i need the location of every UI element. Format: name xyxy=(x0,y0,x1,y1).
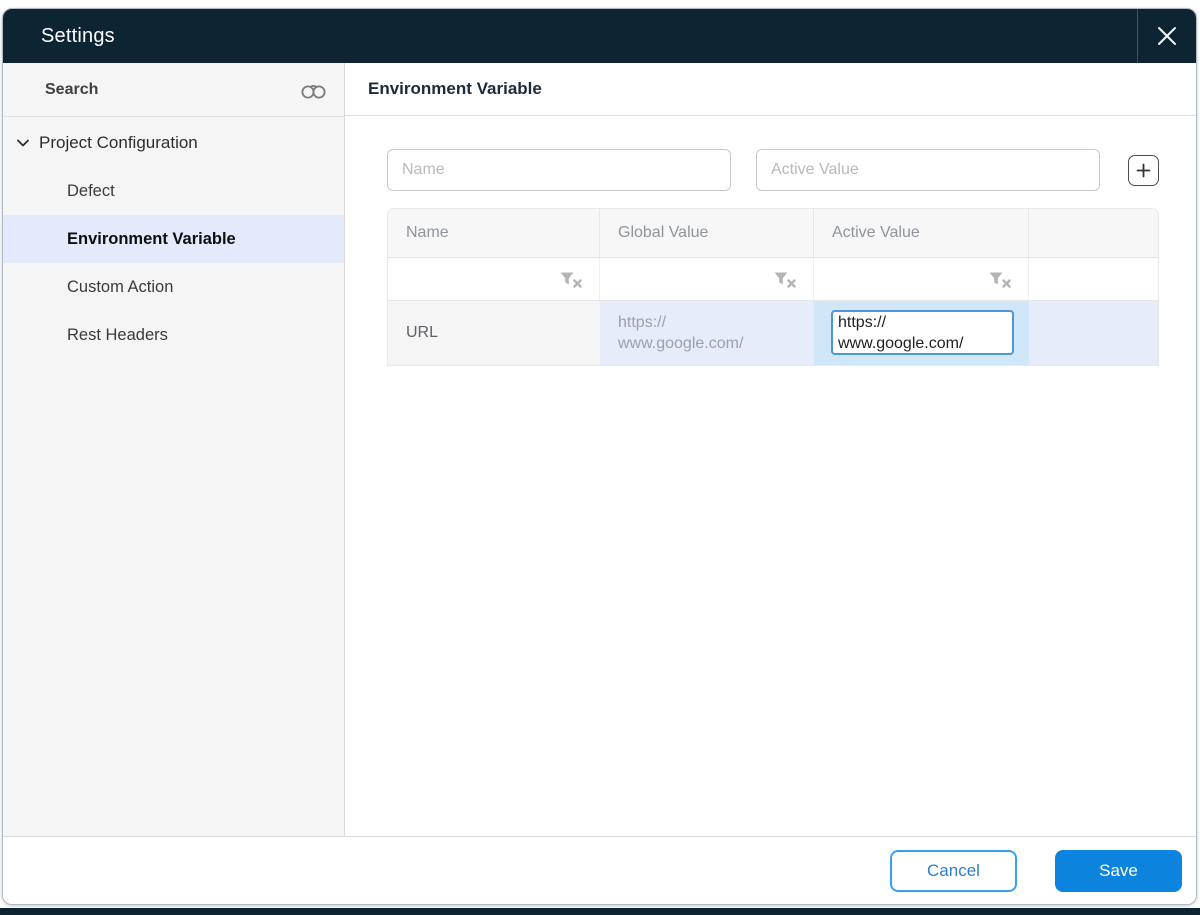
table-header-row: Name Global Value Active Value xyxy=(388,209,1158,257)
save-button[interactable]: Save xyxy=(1055,849,1182,892)
page-title: Environment Variable xyxy=(368,79,542,98)
sidebar-item-label: Environment Variable xyxy=(67,229,236,248)
filter-cell-name xyxy=(388,258,600,300)
name-input[interactable] xyxy=(387,149,731,191)
filter-clear-icon[interactable] xyxy=(773,271,797,288)
plus-icon xyxy=(1136,163,1151,178)
tree-parent-label: Project Configuration xyxy=(39,133,198,152)
new-variable-row xyxy=(387,149,1159,191)
filter-cell-active-value xyxy=(814,258,1029,300)
filter-clear-icon[interactable] xyxy=(988,271,1012,288)
global-value-text: https:// www.google.com/ xyxy=(618,314,744,352)
sidebar-item-defect[interactable]: Defect xyxy=(3,167,344,215)
table-row: URL https:// www.google.com/ https:// ww… xyxy=(388,301,1158,365)
binoculars-search-icon[interactable] xyxy=(298,79,328,101)
sidebar-item-environment-variable[interactable]: Environment Variable xyxy=(3,215,344,263)
cancel-button[interactable]: Cancel xyxy=(890,849,1017,892)
row-active-value-cell[interactable]: https:// www.google.com/ xyxy=(814,301,1029,365)
dialog-footer: Cancel Save xyxy=(3,836,1196,904)
filter-cell-actions xyxy=(1029,258,1158,300)
sidebar-item-label: Defect xyxy=(67,181,115,200)
app-canvas: Settings Search Project Configuration De… xyxy=(0,0,1200,915)
add-variable-button[interactable] xyxy=(1128,154,1159,186)
column-header-global-value[interactable]: Global Value xyxy=(600,209,814,257)
settings-tree: Project Configuration Defect Environment… xyxy=(3,117,344,359)
row-name-cell[interactable]: URL xyxy=(388,301,600,365)
filter-clear-icon[interactable] xyxy=(559,271,583,288)
main-panel-header: Environment Variable xyxy=(345,63,1196,116)
tree-node-project-configuration[interactable]: Project Configuration xyxy=(3,119,344,167)
sidebar-search-row: Search xyxy=(3,63,344,117)
sidebar-item-label: Custom Action xyxy=(67,277,174,296)
filter-cell-global-value xyxy=(600,258,814,300)
app-background-strip xyxy=(0,908,1200,915)
close-button[interactable] xyxy=(1137,9,1196,63)
settings-sidebar: Search Project Configuration Defect Envi… xyxy=(3,63,345,836)
dialog-body: Search Project Configuration Defect Envi… xyxy=(3,63,1196,836)
sidebar-item-label: Rest Headers xyxy=(67,325,168,344)
row-global-value-cell[interactable]: https:// www.google.com/ xyxy=(600,301,814,365)
active-value-cell-editor[interactable]: https:// www.google.com/ xyxy=(831,310,1014,355)
dialog-title: Settings xyxy=(41,24,115,47)
main-content: Name Global Value Active Value xyxy=(345,116,1196,366)
column-header-name[interactable]: Name xyxy=(388,209,600,257)
settings-dialog: Settings Search Project Configuration De… xyxy=(2,8,1197,905)
active-value-input[interactable] xyxy=(756,149,1100,191)
sidebar-item-custom-action[interactable]: Custom Action xyxy=(3,263,344,311)
sidebar-item-rest-headers[interactable]: Rest Headers xyxy=(3,311,344,359)
table-filter-row xyxy=(388,257,1158,301)
column-header-active-value[interactable]: Active Value xyxy=(814,209,1029,257)
variables-table: Name Global Value Active Value URL https… xyxy=(387,208,1159,366)
main-panel: Environment Variable Name Active Value N… xyxy=(345,63,1196,836)
chevron-down-icon[interactable] xyxy=(15,136,31,150)
column-header-actions xyxy=(1029,209,1158,257)
search-label: Search xyxy=(45,80,99,98)
row-actions-cell xyxy=(1029,301,1158,365)
dialog-header: Settings xyxy=(3,9,1196,63)
close-icon xyxy=(1156,25,1178,47)
